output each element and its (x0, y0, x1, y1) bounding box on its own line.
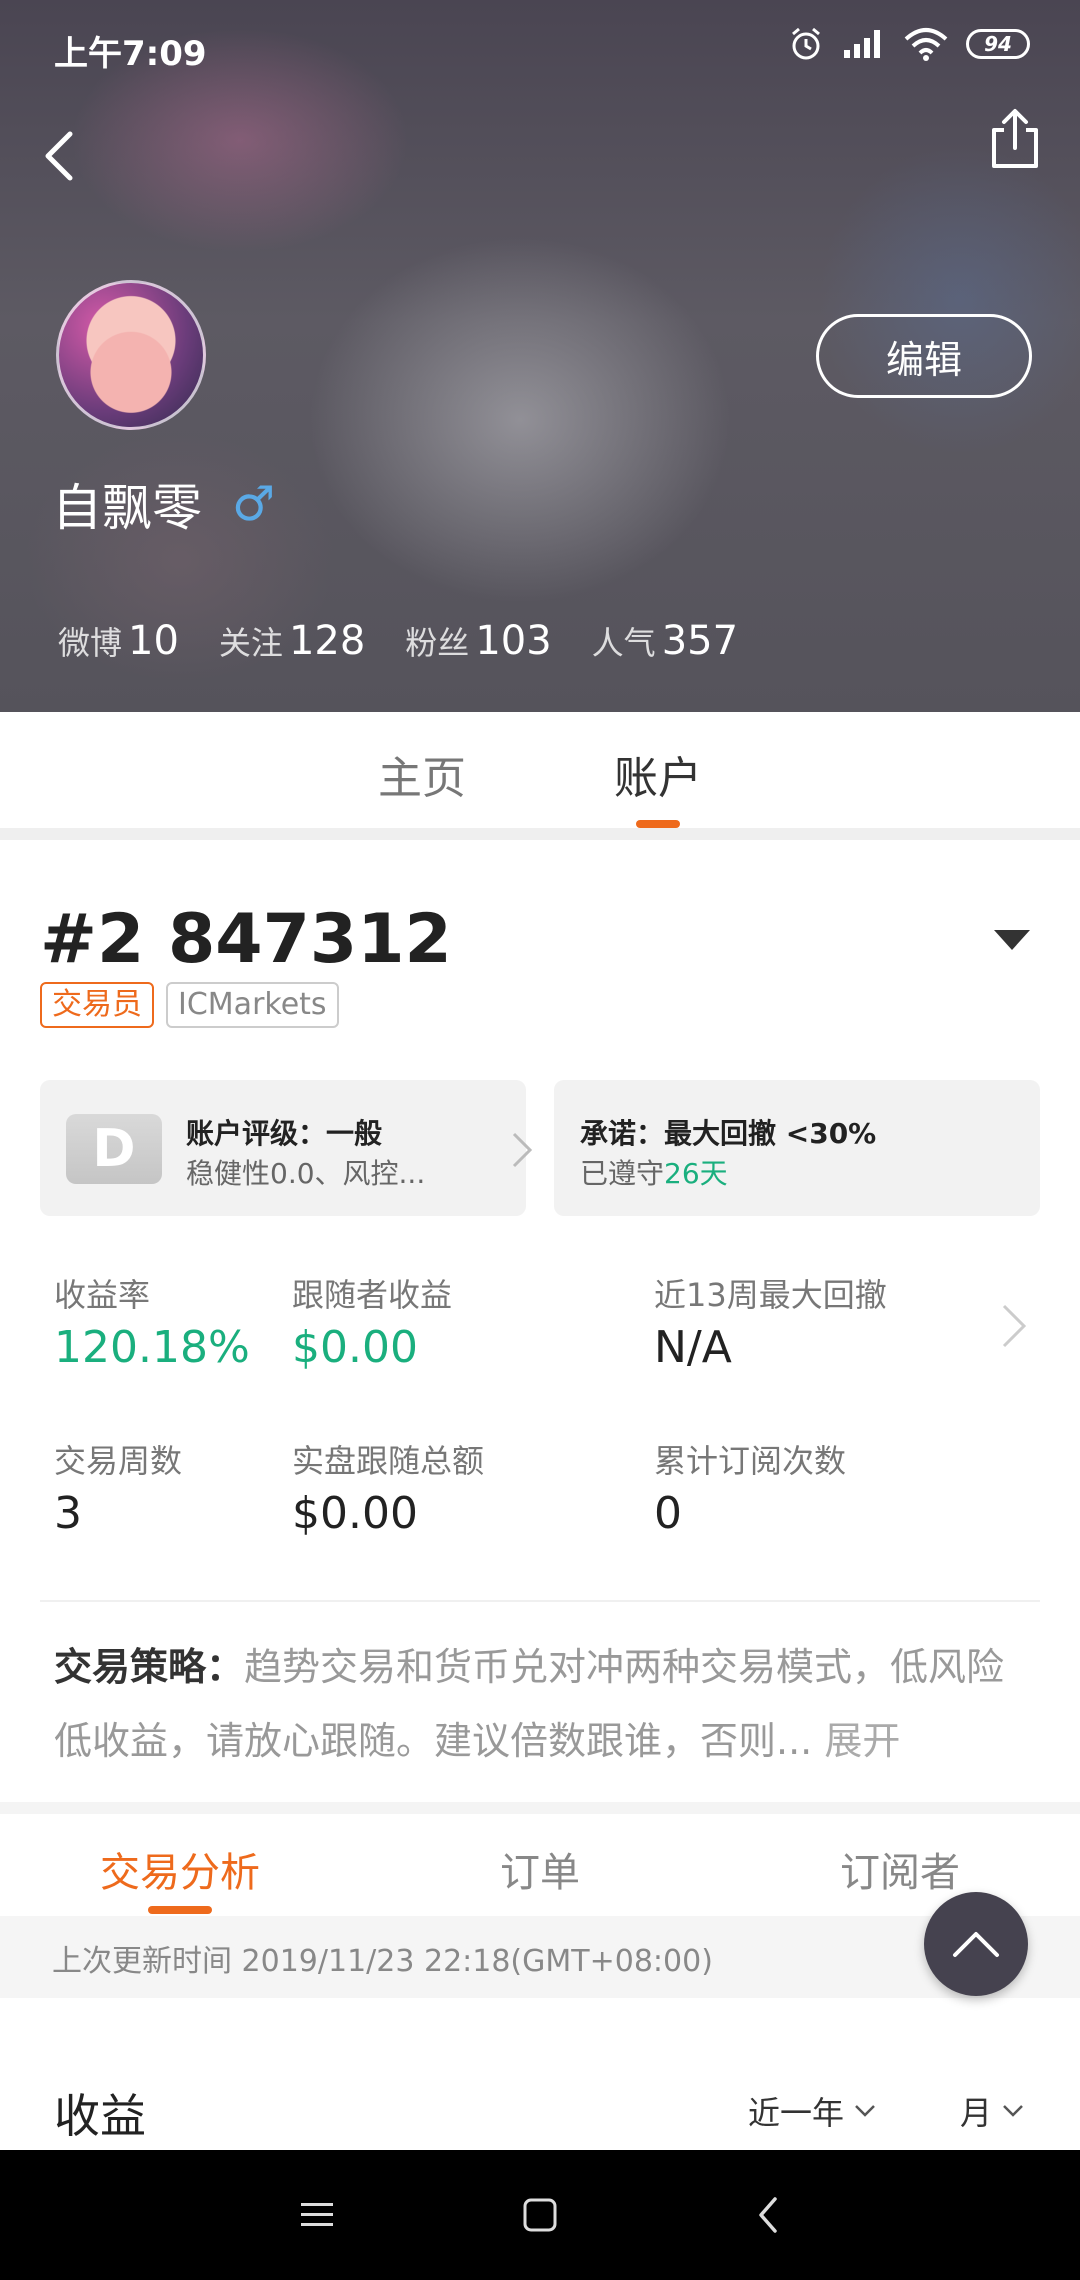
trading-strategy: 交易策略：趋势交易和货币兑对冲两种交易模式，低风险低收益，请放心跟随。建议倍数跟… (54, 1630, 1014, 1778)
account-switch-dropdown-icon[interactable] (994, 930, 1030, 950)
nav-back-button[interactable] (733, 2180, 803, 2250)
promise-title: 承诺：最大回撤 <30% (580, 1117, 877, 1150)
account-rating-card[interactable]: D 账户评级：一般 稳健性0.0、风控... (40, 1080, 533, 1216)
alarm-icon (792, 27, 820, 60)
username-row: 自飘零 ♂ (52, 468, 275, 540)
menu-icon (301, 2203, 333, 2226)
return-label: 收益率 (54, 1276, 151, 1314)
rating-subtitle: 稳健性0.0、风控... (186, 1157, 426, 1190)
period-select[interactable]: 月 (960, 2088, 1024, 2134)
stat-value: 103 (475, 618, 552, 664)
divider (40, 1600, 1040, 1602)
follow-total-value: $0.00 (292, 1488, 418, 1539)
stat-label: 人气 (591, 624, 656, 662)
battery-icon: 94 (966, 29, 1030, 59)
last-update-text: 上次更新时间 2019/11/23 22:18(GMT+08:00) (52, 1944, 713, 1979)
return-value: 120.18% (54, 1322, 250, 1373)
range-select[interactable]: 近一年 (748, 2088, 876, 2134)
weeks-value: 3 (54, 1488, 82, 1539)
account-tags: 交易员 ICMarkets (40, 982, 339, 1028)
wifi-icon (904, 28, 948, 61)
tab-orders[interactable]: 订单 (500, 1840, 580, 1898)
range-value: 近一年 (748, 2094, 845, 2132)
section-divider (0, 1802, 1080, 1814)
chevron-up-icon (953, 1932, 999, 1957)
subs-count-value: 0 (654, 1488, 682, 1539)
share-button[interactable] (980, 104, 1050, 174)
rating-title: 账户评级：一般 (186, 1117, 383, 1150)
username: 自飘零 (52, 479, 202, 537)
last-update-bar: 上次更新时间 2019/11/23 22:18(GMT+08:00) (0, 1916, 1080, 1998)
active-tab-indicator (148, 1906, 212, 1914)
metrics-detail-chevron-icon[interactable] (1000, 1302, 1028, 1350)
stat-label: 粉丝 (405, 624, 470, 662)
profile-stats: 微博 10 关注 128 粉丝 103 人气 357 (58, 618, 738, 664)
profile-header: 上午7:09 94 编辑 自飘零 ♂ 微博 10 关注 128 粉丝 103 人… (0, 0, 1080, 712)
max-drawdown-label: 近13周最大回撤 (654, 1276, 887, 1314)
follow-total-label: 实盘跟随总额 (292, 1442, 485, 1480)
tab-home[interactable]: 主页 (378, 742, 466, 806)
grade-badge: D (66, 1114, 162, 1184)
weeks-label: 交易周数 (54, 1442, 183, 1480)
chevron-down-icon (855, 2105, 875, 2117)
tab-account[interactable]: 账户 (614, 742, 702, 806)
stat-following[interactable]: 关注 128 (219, 618, 365, 664)
strategy-expand-link[interactable]: 展开 (824, 1719, 900, 1763)
home-square-icon (523, 2198, 557, 2232)
tab-subscribers[interactable]: 订阅者 (840, 1840, 960, 1898)
stat-value: 357 (661, 618, 739, 664)
edit-label: 编辑 (885, 337, 962, 382)
strategy-label: 交易策略： (54, 1645, 245, 1689)
stat-weibo[interactable]: 微博 10 (58, 618, 179, 664)
share-icon (992, 109, 1038, 168)
active-tab-indicator (636, 820, 680, 828)
drawdown-promise-card[interactable]: 承诺：最大回撤 <30% 已遵守26天 (554, 1080, 1040, 1216)
chevron-down-icon (1003, 2105, 1023, 2117)
status-bar: 上午7:09 94 (0, 0, 1080, 90)
promise-kept-prefix: 已遵守 (580, 1157, 665, 1190)
system-nav-bar (0, 2150, 1080, 2280)
chevron-left-icon (759, 2197, 777, 2233)
avatar[interactable] (56, 280, 206, 430)
battery-level: 94 (984, 32, 1012, 56)
promise-kept-days: 26天 (664, 1157, 728, 1190)
stat-fans[interactable]: 粉丝 103 (405, 618, 551, 664)
stat-value: 128 (288, 618, 366, 664)
scroll-to-top-button[interactable] (924, 1892, 1028, 1996)
tag-broker: ICMarkets (166, 982, 339, 1028)
edit-profile-button[interactable]: 编辑 (816, 314, 1032, 398)
male-icon: ♂ (232, 476, 276, 532)
account-id: #2 847312 (40, 900, 452, 979)
stat-label: 关注 (218, 624, 283, 662)
follower-profit-value: $0.00 (292, 1322, 418, 1373)
section-divider (0, 828, 1080, 840)
chevron-left-icon (45, 131, 73, 181)
stat-label: 微博 (58, 624, 123, 662)
status-time: 上午7:09 (54, 34, 207, 74)
follower-profit-label: 跟随者收益 (292, 1276, 453, 1314)
nav-menu-button[interactable] (282, 2180, 352, 2250)
signal-icon (844, 30, 880, 58)
stat-value: 10 (128, 618, 179, 664)
profile-tabs: 主页 账户 (0, 712, 1080, 828)
chevron-right-icon (512, 1132, 533, 1168)
back-button[interactable] (30, 120, 100, 190)
period-value: 月 (960, 2094, 993, 2132)
subs-count-label: 累计订阅次数 (654, 1442, 847, 1480)
income-section-title: 收益 (54, 2089, 146, 2143)
promise-kept: 已遵守26天 (580, 1152, 728, 1192)
max-drawdown-value: N/A (654, 1322, 732, 1373)
stat-popularity: 人气 357 (592, 618, 738, 664)
tab-trading-analysis[interactable]: 交易分析 (100, 1840, 260, 1898)
nav-home-button[interactable] (505, 2180, 575, 2250)
tag-trader: 交易员 (40, 982, 154, 1028)
status-icons: 94 (788, 26, 1030, 62)
